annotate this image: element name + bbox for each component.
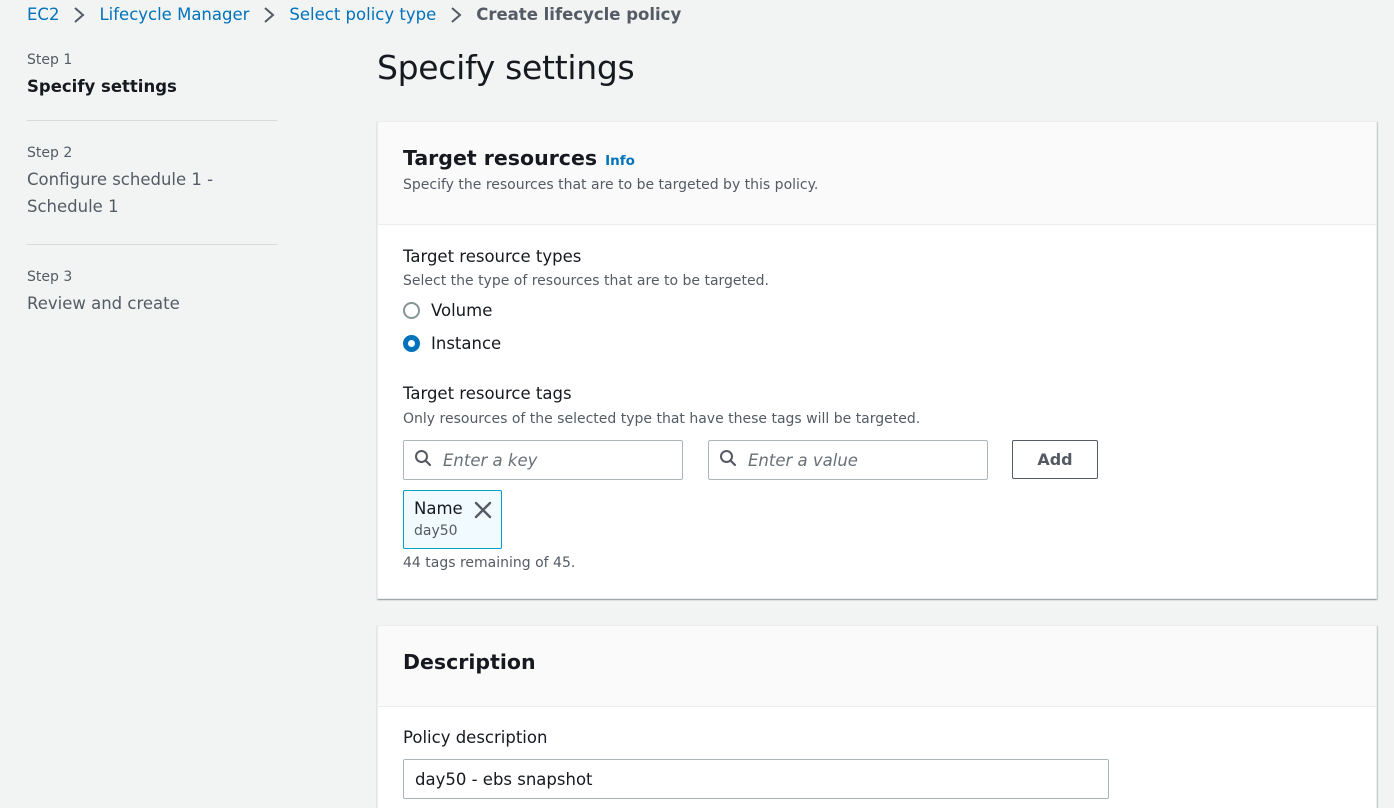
panel-body: Policy description [378, 707, 1376, 808]
radio-button[interactable] [403, 302, 420, 319]
step-title: Specify settings [27, 77, 177, 96]
chevron-right-icon [436, 4, 476, 24]
step-title: Review and create [27, 294, 180, 313]
panel-body: Target resource types Select the type of… [378, 225, 1376, 599]
panel-title: Target resources [403, 146, 598, 170]
page-title: Specify settings [377, 48, 635, 87]
breadcrumb: EC2 Lifecycle Manager Select policy type… [27, 2, 681, 26]
tags-remaining-text: 44 tags remaining of 45. [403, 555, 576, 571]
chevron-right-icon [249, 4, 289, 24]
add-tag-button[interactable]: Add [1012, 440, 1098, 479]
radio-volume[interactable]: Volume [403, 294, 501, 327]
target-resource-tags-description: Only resources of the selected type that… [403, 411, 921, 427]
breadcrumb-current: Create lifecycle policy [476, 4, 682, 24]
resource-type-radio-group: Volume Instance [403, 294, 501, 360]
tag-key-field[interactable] [403, 440, 683, 480]
step-title: Configure schedule 1 - Schedule 1 [27, 170, 214, 216]
step-1: Step 1 Specify settings [27, 50, 277, 121]
wizard-steps: Step 1 Specify settings Step 2 Configure… [27, 50, 277, 359]
policy-description-input[interactable] [403, 759, 1109, 799]
step-2: Step 2 Configure schedule 1 - Schedule 1 [27, 143, 277, 245]
panel-description: Specify the resources that are to be tar… [403, 177, 819, 193]
radio-label: Volume [431, 301, 493, 320]
search-icon [414, 449, 432, 471]
panel-title: Description [403, 650, 536, 674]
step-number: Step 1 [27, 52, 73, 68]
description-panel: Description Policy description [377, 625, 1377, 808]
tag-token-value: day50 [414, 523, 458, 539]
tag-value-input[interactable] [748, 450, 968, 470]
target-resource-tags-label: Target resource tags [403, 384, 572, 403]
target-resource-types-description: Select the type of resources that are to… [403, 273, 769, 289]
tag-value-field[interactable] [708, 440, 988, 480]
radio-instance[interactable]: Instance [403, 327, 501, 360]
radio-button-selected[interactable] [403, 335, 420, 352]
info-link[interactable]: Info [605, 153, 635, 169]
breadcrumb-select-policy-type-link[interactable]: Select policy type [289, 5, 436, 24]
tag-token: Name day50 [403, 490, 502, 549]
chevron-right-icon [59, 4, 99, 24]
breadcrumb-ec2-link[interactable]: EC2 [27, 5, 59, 24]
panel-header: Description [378, 626, 1376, 707]
step-number: Step 3 [27, 269, 73, 285]
radio-label: Instance [431, 334, 502, 353]
step-3: Step 3 Review and create [27, 267, 277, 337]
close-icon[interactable] [473, 500, 493, 524]
breadcrumb-lifecycle-manager-link[interactable]: Lifecycle Manager [99, 5, 249, 24]
search-icon [719, 449, 737, 471]
target-resources-panel: Target resources Info Specify the resour… [377, 121, 1377, 599]
page: EC2 Lifecycle Manager Select policy type… [0, 0, 1394, 808]
tag-key-input[interactable] [443, 450, 663, 470]
target-resource-types-label: Target resource types [403, 247, 582, 266]
policy-description-label: Policy description [403, 728, 548, 747]
step-number: Step 2 [27, 145, 73, 161]
panel-header: Target resources Info Specify the resour… [378, 122, 1376, 225]
